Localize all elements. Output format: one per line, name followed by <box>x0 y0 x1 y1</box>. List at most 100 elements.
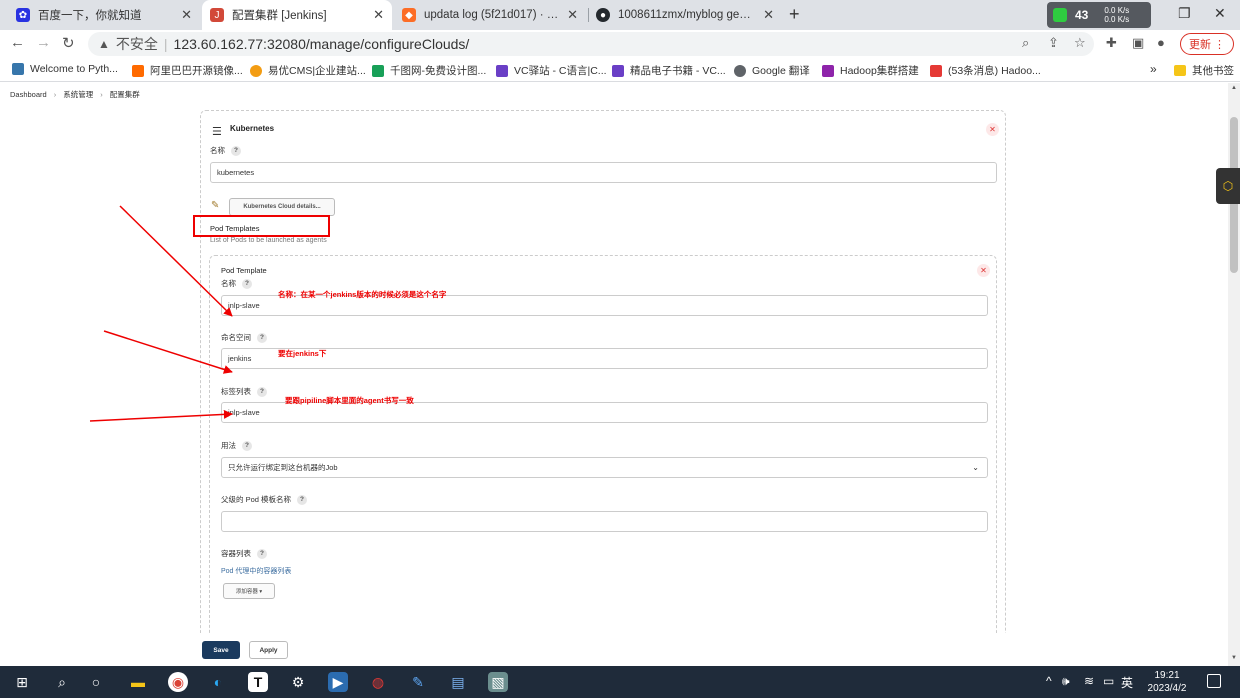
back-arrow-icon[interactable]: ← <box>10 34 25 51</box>
pod-template-heading: Pod Template <box>221 266 267 275</box>
ime-indicator[interactable]: 英 <box>1121 674 1133 691</box>
notes-app-icon[interactable]: ✎ <box>408 672 428 692</box>
tab-gitlab[interactable]: ◆ updata log (5f21d017) · Comm ✕ <box>394 0 586 30</box>
tab-close-icon[interactable]: ✕ <box>373 7 384 23</box>
close-window-icon[interactable]: ✕ <box>1214 5 1226 22</box>
share-icon[interactable]: ⇪ <box>1048 35 1059 51</box>
side-extension-icon[interactable]: ⬡ <box>1216 168 1240 204</box>
bookmark-item[interactable]: VC驿站 - C语言|C... <box>496 63 607 78</box>
breadcrumb-chevron-icon: › <box>100 89 103 99</box>
windows-start-icon[interactable]: ⊞ <box>12 672 32 692</box>
settings-gear-icon[interactable]: ⚙ <box>288 672 308 692</box>
tab-github[interactable]: ● 1008611zmx/myblog general ✕ <box>588 0 782 30</box>
reload-icon[interactable]: ↻ <box>62 34 75 52</box>
search-icon[interactable]: ⌕ <box>52 672 72 692</box>
bookmark-label: 易优CMS|企业建站... <box>268 65 366 77</box>
wifi-icon[interactable]: ≋ <box>1084 674 1094 688</box>
jenkins-favicon-icon: J <box>210 8 224 22</box>
breadcrumb-configure-clouds[interactable]: 配置集群 <box>110 89 140 100</box>
bookmark-item[interactable]: Google 翻译 <box>734 63 810 78</box>
save-button[interactable]: Save <box>202 641 240 659</box>
tab-close-icon[interactable]: ✕ <box>181 7 192 23</box>
apply-button[interactable]: Apply <box>249 641 288 659</box>
cloud-name-input[interactable]: kubernetes <box>210 162 997 183</box>
help-icon[interactable]: ? <box>257 332 267 343</box>
zoom-icon[interactable]: ⌕ <box>1022 35 1029 51</box>
annotation-namespace-note: 要在jenkins下 <box>278 349 327 358</box>
help-icon[interactable]: ? <box>297 494 308 505</box>
chevron-down-icon: ⌄ <box>972 463 979 472</box>
tab-baidu[interactable]: ✿ 百度一下，你就知道 ✕ <box>8 0 200 30</box>
bookmark-item[interactable]: Welcome to Pyth... <box>12 63 118 75</box>
containers-description: Pod 代理中的容器列表 <box>221 568 292 575</box>
bookmark-label: VC驿站 - C语言|C... <box>514 65 607 77</box>
update-button[interactable]: 更新 ⋮ <box>1180 33 1234 55</box>
edge-icon[interactable]: ◐ <box>208 672 228 692</box>
usage-select[interactable]: 只允许运行绑定到这台机器的Job ⌄ <box>221 457 988 478</box>
usage-selected-value: 只允许运行绑定到这台机器的Job <box>228 463 338 472</box>
bookmark-label: Hadoop集群搭建 <box>840 65 919 77</box>
vc-ebook-icon <box>612 64 624 77</box>
cortana-icon[interactable]: ○ <box>86 672 106 692</box>
label-text: 父级的 Pod 模板名称 <box>221 495 292 504</box>
tab-jenkins[interactable]: J 配置集群 [Jenkins] ✕ <box>202 0 392 30</box>
drag-handle-icon[interactable]: ☰ <box>212 125 222 138</box>
other-bookmarks-folder[interactable]: 其他书签 <box>1174 63 1234 78</box>
system-clock[interactable]: 19:21 2023/4/2 <box>1144 669 1190 695</box>
bookmark-star-icon[interactable]: ☆ <box>1074 35 1086 51</box>
network-speeds: 0.0 K/s 0.0 K/s <box>1104 6 1129 24</box>
parent-template-input[interactable] <box>221 511 988 532</box>
cloud-details-button[interactable]: Kubernetes Cloud details... <box>229 198 335 216</box>
breadcrumb-dashboard[interactable]: Dashboard <box>10 90 47 99</box>
pod-template-section: Pod Template ✕ 名称? jnlp-slave 命名空间? jenk… <box>209 255 997 633</box>
file-explorer-icon[interactable]: ▬ <box>128 672 148 692</box>
bookmark-item[interactable]: (53条消息) Hadoo... <box>930 63 1041 78</box>
hadoop-icon <box>822 64 834 77</box>
typora-icon[interactable]: T <box>248 672 268 692</box>
tray-chevron-up-icon[interactable]: ^ <box>1046 674 1052 688</box>
help-icon[interactable]: ? <box>257 386 267 397</box>
bookmark-item[interactable]: 千图网-免费设计图... <box>372 63 486 78</box>
media-player-icon[interactable]: ▶ <box>328 672 348 692</box>
namespace-input[interactable]: jenkins <box>221 348 988 369</box>
volume-icon[interactable]: 🕪 <box>1062 674 1070 689</box>
scroll-down-icon[interactable]: ▼ <box>1231 655 1237 661</box>
network-monitor-widget: 43 0.0 K/s 0.0 K/s <box>1047 2 1151 28</box>
help-icon[interactable]: ? <box>242 278 252 289</box>
label-text: 用法 <box>221 441 236 450</box>
app-red-icon[interactable]: ◍ <box>368 672 388 692</box>
help-icon[interactable]: ? <box>257 548 267 559</box>
windows-taskbar: ⊞ ⌕ ○ ▬ ◉ ◐ T ⚙ ▶ ◍ ✎ ▤ ▧ ^ 🕪 ≋ ▭ 英 19:2… <box>0 666 1240 698</box>
bookmarks-bar: Welcome to Pyth... 阿里巴巴开源镜像... 易优CMS|企业建… <box>0 58 1240 82</box>
forward-arrow-icon[interactable]: → <box>36 34 51 51</box>
tab-close-icon[interactable]: ✕ <box>567 7 578 23</box>
side-panel-icon[interactable]: ▣ <box>1132 35 1144 51</box>
delete-cloud-icon[interactable]: ✕ <box>986 123 999 136</box>
add-container-button[interactable]: 添加容器 ▾ <box>223 583 275 599</box>
bookmark-item[interactable]: 阿里巴巴开源镜像... <box>132 63 243 78</box>
chrome-icon[interactable]: ◉ <box>168 672 188 692</box>
google-translate-icon <box>734 64 746 77</box>
tab-close-icon[interactable]: ✕ <box>763 7 774 23</box>
warning-icon: ▲ <box>98 37 110 51</box>
profile-avatar-icon[interactable]: ● <box>1157 35 1165 50</box>
help-icon[interactable]: ? <box>231 145 241 156</box>
bookmark-item[interactable]: Hadoop集群搭建 <box>822 63 919 78</box>
bookmarks-overflow-button[interactable]: » <box>1150 62 1157 76</box>
delete-pod-template-icon[interactable]: ✕ <box>977 264 990 277</box>
remote-app-icon[interactable]: ▤ <box>448 672 468 692</box>
image-app-icon[interactable]: ▧ <box>488 672 508 692</box>
help-icon[interactable]: ? <box>242 440 252 451</box>
label-text: 名称 <box>221 279 236 288</box>
restore-window-icon[interactable]: ❐ <box>1178 5 1191 22</box>
bookmark-item[interactable]: 精品电子书籍 - VC... <box>612 63 726 78</box>
new-tab-button[interactable]: + <box>789 4 800 25</box>
breadcrumb: Dashboard › 系统管理 › 配置集群 <box>0 83 1228 105</box>
battery-icon[interactable]: ▭ <box>1103 674 1114 688</box>
notification-center-icon[interactable] <box>1207 674 1221 688</box>
extensions-icon[interactable]: ✚ <box>1106 35 1117 51</box>
scroll-up-icon[interactable]: ▲ <box>1231 85 1237 91</box>
breadcrumb-manage[interactable]: 系统管理 <box>63 89 93 100</box>
bookmark-item[interactable]: 易优CMS|企业建站... <box>250 63 366 78</box>
address-bar[interactable]: ▲ 不安全 | 123.60.162.77:32080/manage/confi… <box>88 32 1094 56</box>
